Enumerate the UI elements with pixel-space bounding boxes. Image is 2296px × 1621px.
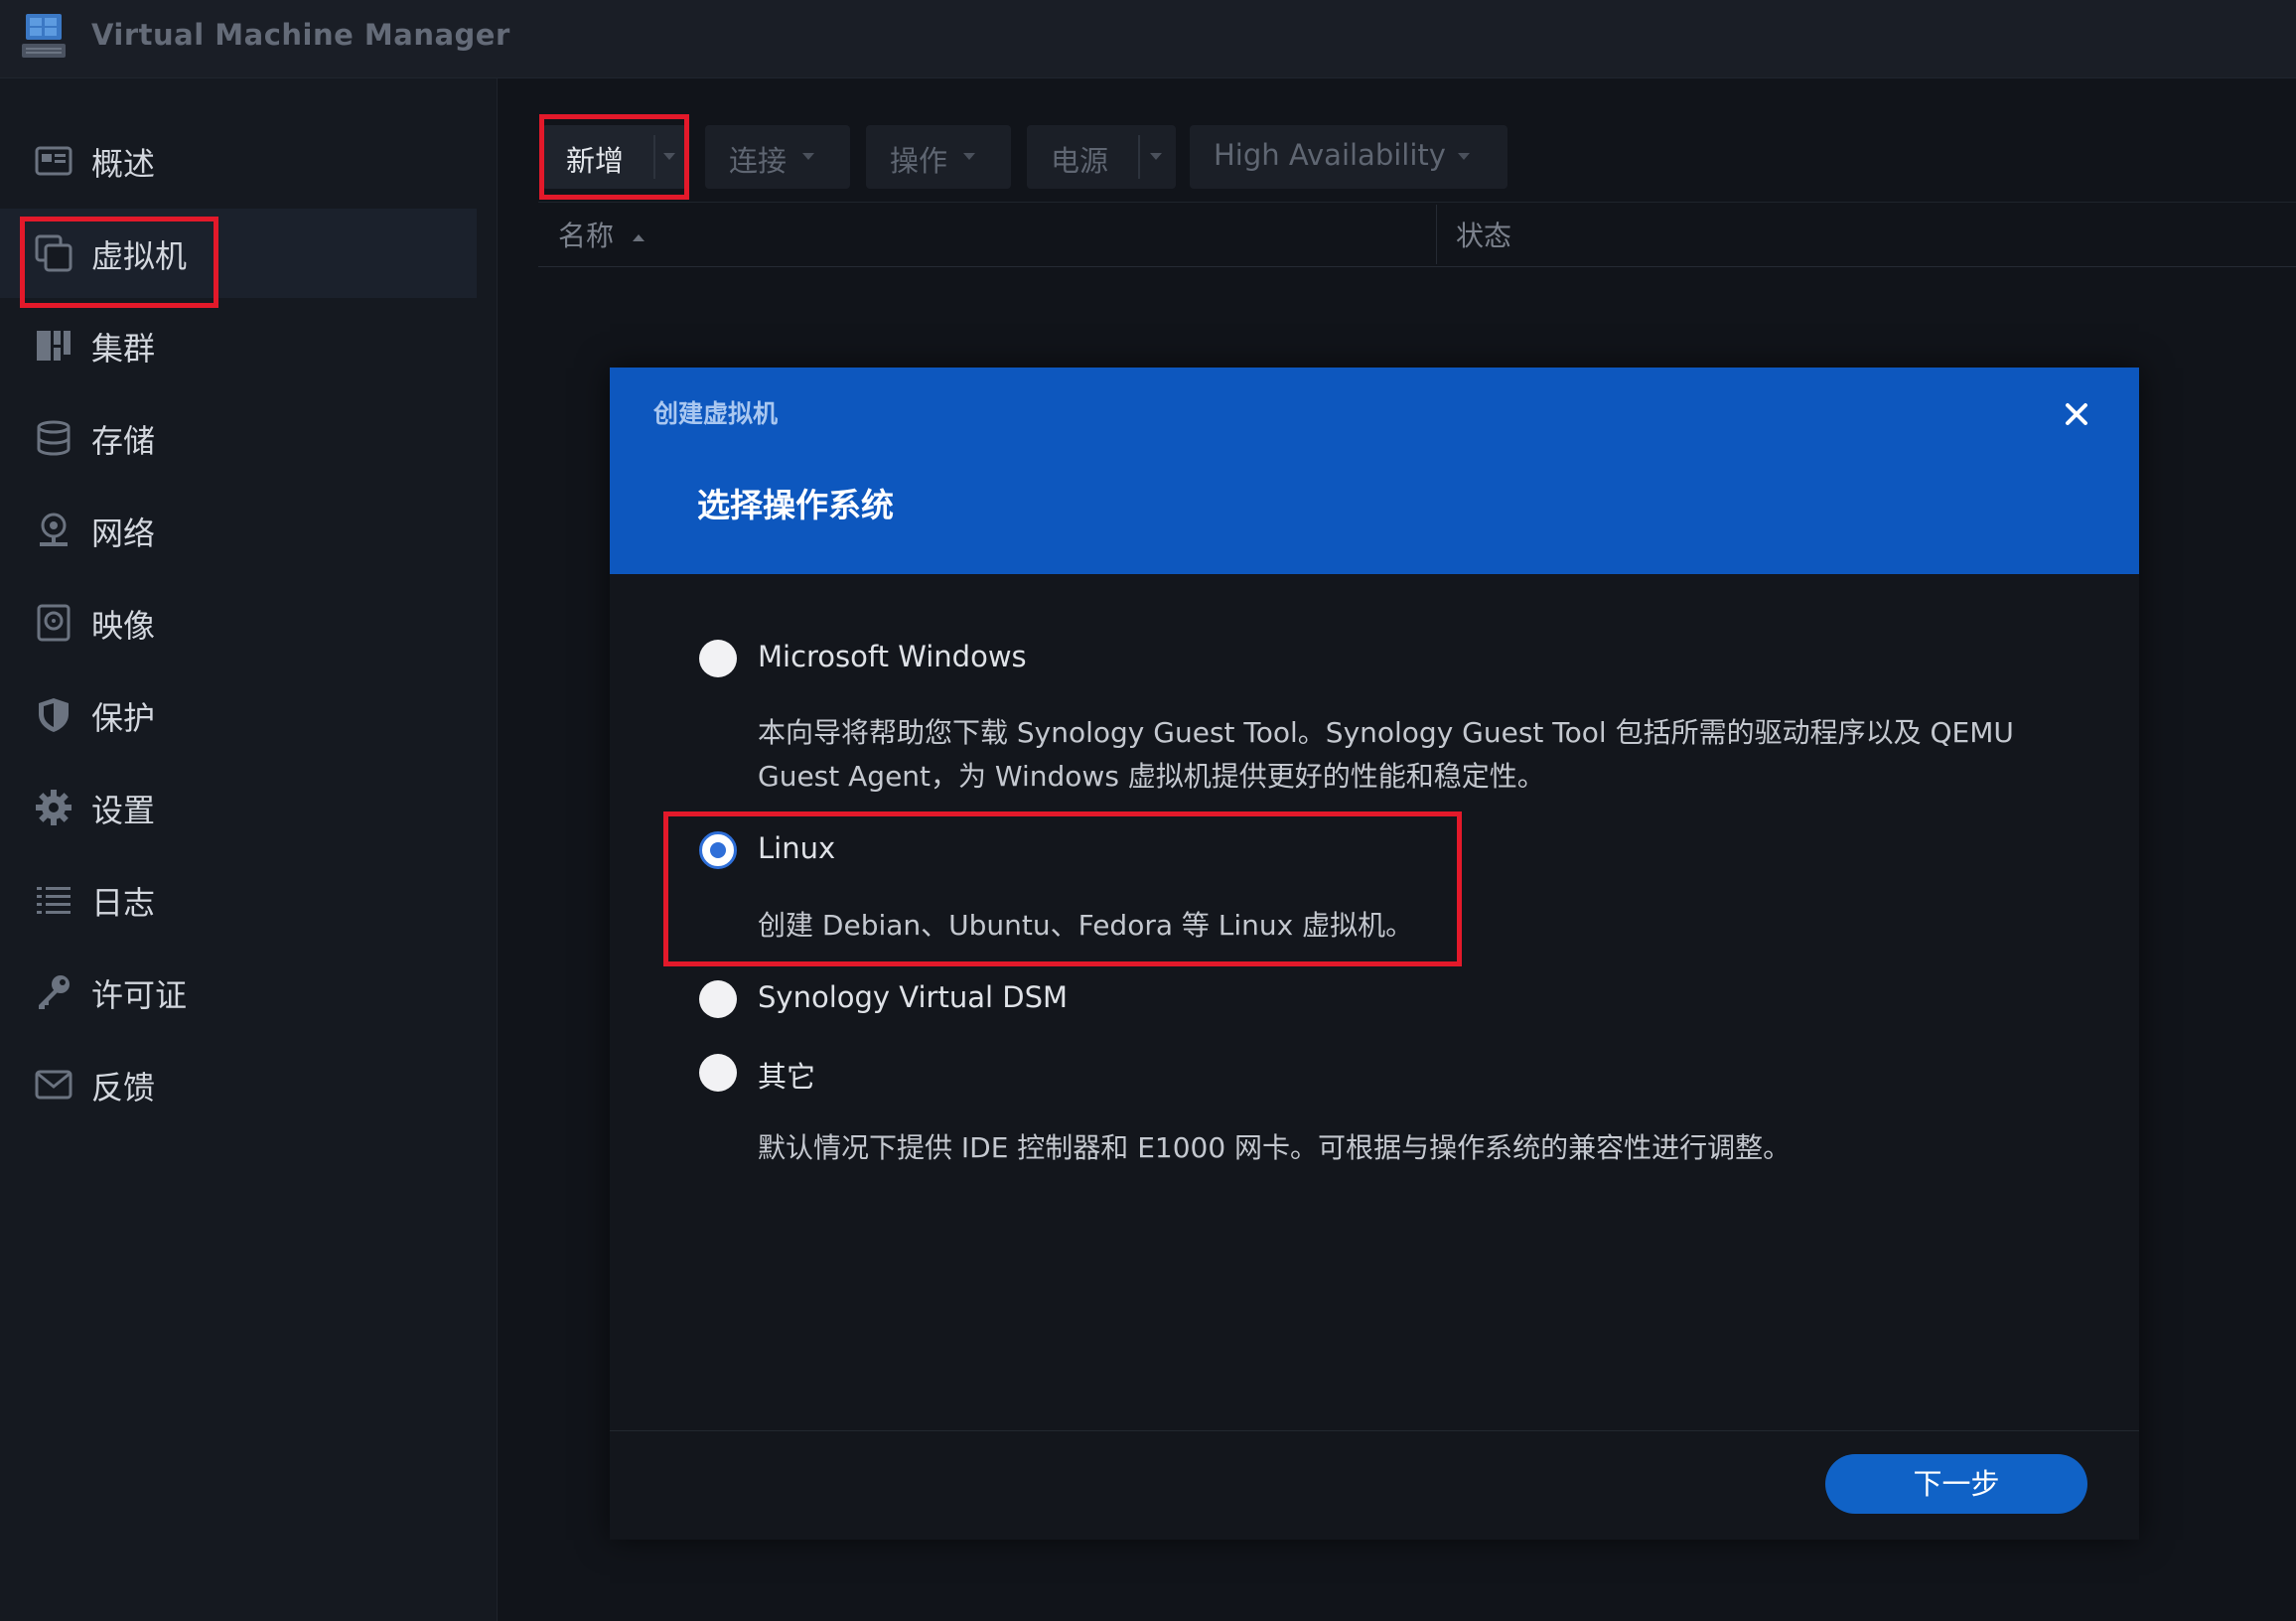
network-icon <box>40 513 68 546</box>
option-label-linux[interactable]: Linux <box>758 831 835 865</box>
radio-linux[interactable] <box>699 831 737 869</box>
sidebar-item-virtual-machine[interactable]: 虚拟机 <box>0 209 477 298</box>
sidebar-item-feedback[interactable]: 反馈 <box>0 1040 477 1129</box>
app-title: Virtual Machine Manager <box>91 18 510 52</box>
sidebar: 概述 虚拟机 集群 存储 网络 映像 保护 设置 日志 许可证 反馈 <box>0 78 498 1621</box>
sidebar-item-license[interactable]: 许可证 <box>0 948 477 1037</box>
dialog-footer-divider <box>610 1430 2139 1431</box>
option-label-other[interactable]: 其它 <box>758 1054 815 1096</box>
sidebar-item-settings[interactable]: 设置 <box>0 763 477 852</box>
mail-icon <box>35 1070 72 1100</box>
action-button-label: 操作 <box>890 144 948 178</box>
gear-icon <box>36 790 72 825</box>
split-divider <box>653 135 655 179</box>
power-button-label: 电源 <box>1051 144 1109 178</box>
sort-ascending-icon <box>632 233 645 241</box>
chevron-down-icon <box>963 153 975 160</box>
cluster-icon <box>37 331 71 361</box>
sidebar-item-image[interactable]: 映像 <box>0 578 477 667</box>
sidebar-item-label: 概述 <box>91 145 156 183</box>
column-header-name-label: 名称 <box>558 220 615 252</box>
overview-icon <box>35 146 72 176</box>
column-divider <box>1436 205 1437 264</box>
radio-other[interactable] <box>699 1054 737 1092</box>
sidebar-item-label: 存储 <box>91 422 156 460</box>
option-description-other: 默认情况下提供 IDE 控制器和 E1000 网卡。可根据与操作系统的兼容性进行… <box>758 1131 1792 1164</box>
create-vm-dialog: 创建虚拟机 选择操作系统 Microsoft Windows 本向导将帮助您下载… <box>610 368 2139 1540</box>
sidebar-item-network[interactable]: 网络 <box>0 486 477 575</box>
chevron-down-icon <box>1458 153 1470 160</box>
sidebar-item-protection[interactable]: 保护 <box>0 670 477 760</box>
close-icon[interactable] <box>2052 389 2101 439</box>
dialog-small-title: 创建虚拟机 <box>653 399 779 428</box>
chevron-down-icon[interactable] <box>1150 153 1162 160</box>
option-label-microsoft-windows[interactable]: Microsoft Windows <box>758 640 1027 673</box>
table-top-divider <box>538 202 2296 203</box>
sidebar-item-label: 网络 <box>91 515 156 552</box>
sidebar-item-cluster[interactable]: 集群 <box>0 301 477 390</box>
power-button[interactable]: 电源 <box>1027 125 1176 189</box>
title-bar: Virtual Machine Manager <box>0 0 2296 78</box>
action-button[interactable]: 操作 <box>866 125 1011 189</box>
sidebar-item-label: 设置 <box>91 792 156 829</box>
sidebar-item-log[interactable]: 日志 <box>0 855 477 945</box>
connect-button[interactable]: 连接 <box>705 125 850 189</box>
sidebar-item-label: 集群 <box>91 330 156 368</box>
column-header-status[interactable]: 状态 <box>1456 215 1511 254</box>
table-header-divider <box>538 266 2296 267</box>
chevron-down-icon <box>802 153 814 160</box>
option-description-linux: 创建 Debian、Ubuntu、Fedora 等 Linux 虚拟机。 <box>758 909 1414 942</box>
option-description-microsoft-windows: 本向导将帮助您下载 Synology Guest Tool。Synology G… <box>758 716 2014 793</box>
sidebar-item-label: 许可证 <box>91 976 188 1014</box>
sidebar-item-label: 日志 <box>91 884 156 922</box>
sidebar-item-label: 映像 <box>91 607 156 645</box>
sidebar-item-storage[interactable]: 存储 <box>0 393 477 483</box>
split-divider <box>1138 135 1140 179</box>
sidebar-item-label: 虚拟机 <box>91 237 188 275</box>
radio-synology-virtual-dsm[interactable] <box>699 980 737 1018</box>
dialog-header: 创建虚拟机 选择操作系统 <box>610 368 2139 574</box>
high-availability-button[interactable]: High Availability <box>1190 125 1507 189</box>
image-icon <box>37 604 71 642</box>
key-icon <box>39 975 70 1009</box>
create-button[interactable]: 新增 <box>542 125 687 189</box>
log-list-icon <box>37 887 71 914</box>
next-button[interactable]: 下一步 <box>1825 1454 2087 1514</box>
column-header-name[interactable]: 名称 <box>558 215 645 254</box>
sidebar-item-overview[interactable]: 概述 <box>0 116 477 206</box>
dialog-title: 选择操作系统 <box>697 486 894 524</box>
radio-microsoft-windows[interactable] <box>699 640 737 677</box>
shield-icon <box>39 698 69 732</box>
connect-button-label: 连接 <box>729 144 788 178</box>
high-availability-button-label: High Availability <box>1214 138 1446 172</box>
app-logo-icon <box>22 14 66 58</box>
option-label-synology-virtual-dsm[interactable]: Synology Virtual DSM <box>758 980 1068 1014</box>
virtual-machine-icon <box>35 234 72 272</box>
sidebar-item-label: 保护 <box>91 699 156 737</box>
create-button-label: 新增 <box>566 144 625 178</box>
chevron-down-icon[interactable] <box>663 153 675 160</box>
storage-icon <box>37 420 71 456</box>
sidebar-item-label: 反馈 <box>91 1069 156 1106</box>
